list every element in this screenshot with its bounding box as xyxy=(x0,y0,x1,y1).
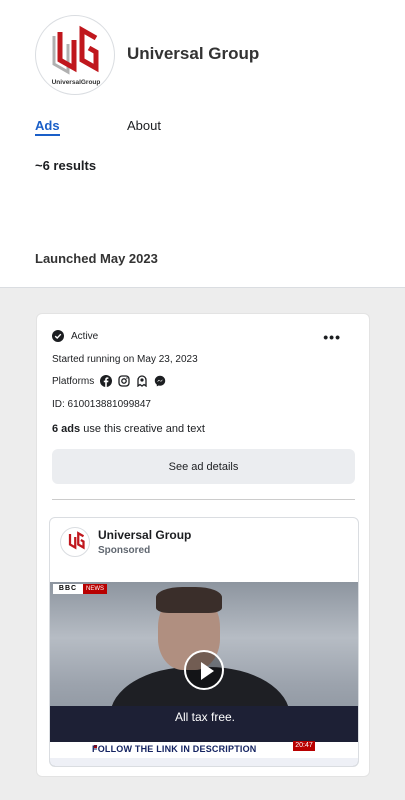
status-label: Active xyxy=(71,330,99,342)
ticker-time: 20:47 xyxy=(293,741,315,751)
ads-count: 6 ads xyxy=(52,423,81,435)
advertiser-name[interactable]: Universal Group xyxy=(98,528,191,542)
ug-logo-small-icon xyxy=(68,531,85,550)
tab-ads[interactable]: Ads xyxy=(35,118,60,136)
page-header: UniversalGroup Universal Group Ads About… xyxy=(0,0,405,288)
ad-id: ID: 610013881099847 xyxy=(52,399,151,410)
facebook-icon xyxy=(100,375,113,387)
video-caption: All tax free. xyxy=(174,710,236,724)
ad-preview: Universal Group Sponsored BBC NEWS All t… xyxy=(49,517,359,767)
platforms-label: Platforms xyxy=(52,375,95,387)
play-button-icon[interactable] xyxy=(184,650,224,690)
active-check-icon xyxy=(52,330,64,342)
bbc-news-badge: BBC NEWS xyxy=(53,584,107,594)
platforms-row: Platforms xyxy=(52,375,166,387)
logo-text: UniversalGroup xyxy=(52,79,101,86)
launched-heading: Launched May 2023 xyxy=(35,251,158,266)
started-running-text: Started running on May 23, 2023 xyxy=(52,354,198,365)
ads-count-suffix: use this creative and text xyxy=(80,423,205,435)
see-ad-details-button[interactable]: See ad details xyxy=(52,449,355,484)
tab-about[interactable]: About xyxy=(127,118,161,133)
ad-video[interactable]: BBC NEWS All tax free. FOLLOW THE LINK I… xyxy=(50,582,358,766)
page-title[interactable]: Universal Group xyxy=(127,44,259,64)
instagram-icon xyxy=(118,375,130,387)
sponsored-label: Sponsored xyxy=(98,545,151,556)
divider xyxy=(52,499,355,500)
more-options-icon[interactable]: ••• xyxy=(323,330,341,344)
video-bottom-strip xyxy=(50,758,358,766)
audience-network-icon xyxy=(137,375,147,387)
ads-count-text: 6 ads use this creative and text xyxy=(52,423,205,435)
page-logo[interactable]: UniversalGroup xyxy=(35,15,115,95)
advertiser-avatar[interactable] xyxy=(60,527,90,557)
bbc-logo: BBC xyxy=(53,584,83,594)
ug-logo-icon: UniversalGroup xyxy=(52,25,101,86)
ticker-text: FOLLOW THE LINK IN DESCRIPTION xyxy=(92,744,257,754)
messenger-icon xyxy=(155,375,166,387)
news-label: NEWS xyxy=(83,584,107,594)
status-row: Active xyxy=(52,330,98,342)
person-hair xyxy=(156,587,222,613)
ad-card: Active ••• Started running on May 23, 20… xyxy=(36,313,370,777)
results-count: ~6 results xyxy=(35,158,97,173)
